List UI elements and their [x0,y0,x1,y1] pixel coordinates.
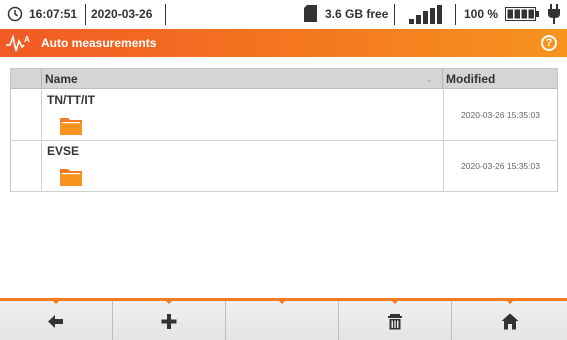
file-browser-table: Name ⌄ Modified TN/TT/IT 2020-03-26 15:3… [10,68,558,192]
name-column-header[interactable]: Name [42,69,443,89]
folder-icon [60,118,82,135]
folder-name: EVSE [47,144,80,158]
row-select-cell[interactable] [11,141,42,191]
home-button[interactable] [452,300,567,340]
delete-button[interactable] [339,300,452,340]
button-notch [52,300,60,304]
status-time: 16:07:51 [29,7,78,21]
select-column-header [11,69,42,89]
battery-icon [505,7,539,21]
status-divider [455,4,456,25]
status-divider [165,4,166,25]
folder-icon [60,169,82,186]
table-row[interactable]: TN/TT/IT 2020-03-26 15:35:03 [11,90,557,141]
page-title: Auto measurements [41,36,157,50]
power-plug-icon [548,4,560,24]
status-divider [394,4,395,25]
row-select-cell[interactable] [11,90,42,140]
trash-icon [388,314,402,330]
button-notch [505,300,514,304]
table-header: Name ⌄ Modified [11,69,557,89]
sd-card-icon [304,5,317,22]
signal-strength-icon [409,5,442,24]
status-bar: 16:07:51 2020-03-26 3.6 GB free 100 % [0,0,567,29]
empty-button[interactable] [226,300,339,340]
clock-icon [7,6,23,22]
title-bar: A Auto measurements ? [0,29,567,57]
modified-header-label: Modified [446,72,496,86]
home-icon [501,313,518,330]
bottom-toolbar [0,298,567,340]
status-divider [85,4,86,25]
folder-name: TN/TT/IT [47,93,95,107]
help-button[interactable]: ? [541,35,557,51]
modified-date: 2020-03-26 15:35:03 [443,90,557,140]
sort-chevron-down-icon[interactable]: ⌄ [426,75,433,84]
storage-free-text: 3.6 GB free [325,7,389,21]
button-notch [165,300,173,304]
back-button[interactable] [0,300,113,340]
modified-date: 2020-03-26 15:35:03 [443,141,557,191]
battery-percent: 100 % [464,7,499,21]
table-row[interactable]: EVSE 2020-03-26 15:35:03 [11,141,557,192]
add-button[interactable] [113,300,226,340]
button-notch [278,300,286,304]
name-header-label: Name [45,72,78,86]
back-arrow-icon [48,315,63,328]
button-notch [391,300,399,304]
add-plus-icon [161,314,177,329]
auto-measurement-icon: A [6,34,30,52]
status-date: 2020-03-26 [91,7,153,21]
svg-text:A: A [24,35,30,44]
help-icon: ? [545,37,553,49]
modified-column-header[interactable]: Modified [443,69,557,89]
